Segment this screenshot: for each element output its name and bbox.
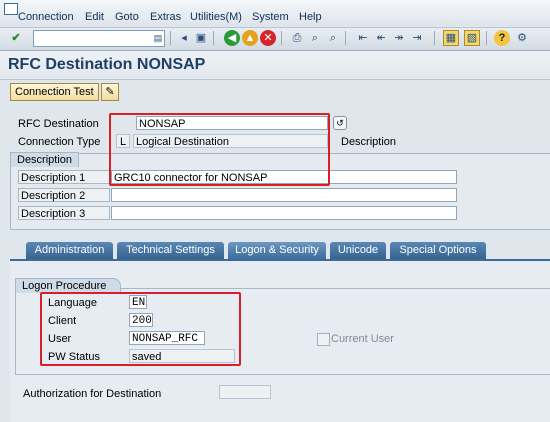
save-icon[interactable]: ▣ [193, 30, 209, 46]
customize-layout-icon[interactable]: ⚙ [514, 30, 530, 46]
tab-logon-security[interactable]: Logon & Security [228, 242, 326, 259]
last-page-icon[interactable]: ⇥ [409, 30, 425, 46]
edit-pencil-icon[interactable]: ✎ [101, 83, 119, 101]
find-next-icon[interactable]: ⌕ [325, 30, 341, 46]
print-icon[interactable]: ⎙ [289, 30, 305, 46]
menu-system[interactable]: System [252, 11, 289, 23]
toolbar-separator [434, 31, 435, 45]
description3-field[interactable] [111, 206, 457, 220]
enter-icon[interactable]: ✔ [8, 30, 24, 46]
tab-special-options[interactable]: Special Options [390, 242, 486, 259]
menu-help[interactable]: Help [299, 11, 322, 23]
help-icon[interactable]: ? [494, 30, 510, 46]
tab-administration[interactable]: Administration [26, 242, 113, 259]
toolbar-separator [170, 31, 171, 45]
sap-window-icon[interactable] [4, 3, 18, 15]
menu-edit[interactable]: Edit [85, 11, 104, 23]
back-icon[interactable]: ◀ [224, 30, 240, 46]
toolbar-separator [486, 31, 487, 45]
current-user-checkbox[interactable] [317, 333, 330, 346]
first-page-icon[interactable]: ⇤ [355, 30, 371, 46]
create-session-icon[interactable]: ▦ [443, 30, 459, 46]
collapse-arrow-icon[interactable]: ◂ [176, 30, 192, 46]
command-field[interactable] [33, 30, 165, 47]
find-icon[interactable]: ⌕ [307, 30, 323, 46]
menu-goto[interactable]: Goto [115, 11, 139, 23]
description3-label: Description 3 [18, 206, 110, 220]
prev-page-icon[interactable]: ↞ [373, 30, 389, 46]
cancel-icon[interactable]: ✕ [260, 30, 276, 46]
description2-field[interactable] [111, 188, 457, 202]
toolbar-separator [281, 31, 282, 45]
exit-icon[interactable]: ▲ [242, 30, 258, 46]
history-icon[interactable]: ↺ [333, 116, 347, 130]
logon-procedure-label: Logon Procedure [15, 278, 122, 293]
shortcut-icon[interactable]: ▧ [464, 30, 480, 46]
authorization-label: Authorization for Destination [23, 388, 162, 400]
authorization-field[interactable] [219, 385, 271, 399]
menu-extras[interactable]: Extras [150, 11, 181, 23]
highlight-box-logon [40, 292, 241, 366]
rfc-destination-label: RFC Destination [18, 118, 99, 130]
next-page-icon[interactable]: ↠ [391, 30, 407, 46]
tab-technical-settings[interactable]: Technical Settings [117, 242, 224, 259]
connection-type-label: Connection Type [18, 136, 101, 148]
description2-label: Description 2 [18, 188, 110, 202]
toolbar-separator [345, 31, 346, 45]
page-title: RFC Destination NONSAP [8, 56, 206, 73]
description1-label: Description 1 [18, 170, 110, 184]
highlight-box-destination [109, 113, 330, 186]
menu-connection[interactable]: Connection [18, 11, 74, 23]
connection-test-button[interactable]: Connection Test [10, 83, 99, 101]
current-user-label: Current User [331, 333, 394, 345]
command-history-icon[interactable]: ▤ [150, 30, 166, 46]
toolbar-separator [213, 31, 214, 45]
menu-utilities[interactable]: Utilities(M) [190, 11, 242, 23]
tab-unicode[interactable]: Unicode [330, 242, 386, 259]
description-group-label: Description [10, 152, 80, 167]
description-header-label: Description [341, 136, 397, 148]
